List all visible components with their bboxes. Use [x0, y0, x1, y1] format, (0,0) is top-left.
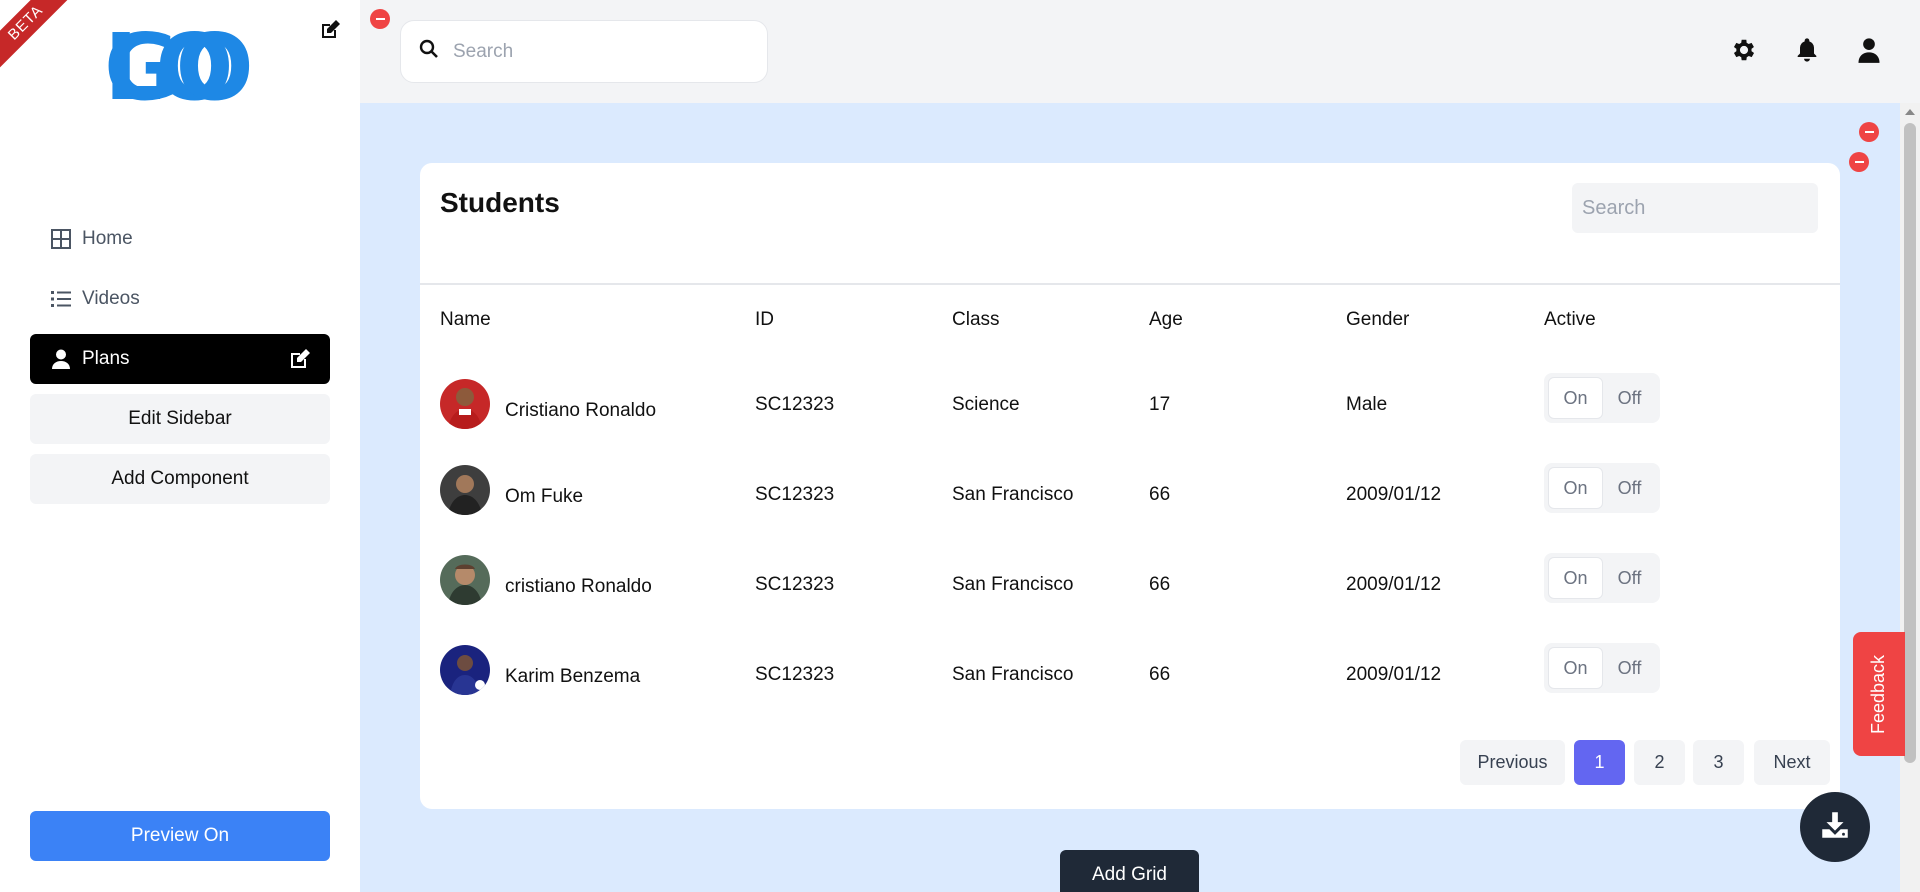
cell-name: cristiano Ronaldo	[505, 576, 652, 597]
sidebar-item-home[interactable]: Home	[30, 214, 330, 264]
pagination-previous[interactable]: Previous	[1460, 740, 1565, 785]
table-search-input[interactable]	[1572, 183, 1818, 233]
list-icon	[50, 288, 72, 310]
toggle-off[interactable]: Off	[1603, 467, 1656, 509]
remove-component-icon[interactable]	[1859, 122, 1879, 142]
avatar	[440, 379, 490, 429]
scrollbar-thumb[interactable]	[1904, 123, 1916, 763]
toggle-off[interactable]: Off	[1603, 377, 1656, 419]
column-header-id: ID	[755, 309, 774, 330]
cell-class: San Francisco	[952, 664, 1074, 685]
cell-id: SC12323	[755, 574, 835, 595]
feedback-label: Feedback	[1868, 654, 1889, 734]
toggle-off[interactable]: Off	[1603, 557, 1656, 599]
pagination-page-1[interactable]: 1	[1574, 740, 1625, 785]
toggle-on[interactable]: On	[1548, 467, 1603, 509]
avatar	[440, 555, 490, 605]
table-row: Om Fuke SC12323 San Francisco 66 2009/01…	[420, 461, 1840, 551]
cell-gender: 2009/01/12	[1346, 574, 1442, 595]
toggle-on[interactable]: On	[1548, 377, 1603, 419]
cell-class: San Francisco	[952, 574, 1074, 595]
sidebar-item-plans[interactable]: Plans	[30, 334, 330, 384]
divider	[420, 283, 1840, 285]
cell-class: Science	[952, 394, 1020, 415]
active-toggle[interactable]: On Off	[1544, 643, 1660, 693]
cell-age: 66	[1149, 484, 1171, 505]
user-icon	[50, 348, 72, 370]
cell-age: 66	[1149, 664, 1171, 685]
cell-id: SC12323	[755, 664, 835, 685]
user-profile-icon[interactable]	[1855, 36, 1885, 66]
remove-component-icon[interactable]	[370, 9, 390, 29]
edit-logo-icon[interactable]	[318, 18, 342, 42]
students-card: Students Name ID Class Age Gender Active…	[420, 163, 1840, 809]
avatar	[440, 645, 490, 695]
column-header-age: Age	[1149, 309, 1183, 330]
cell-gender: Male	[1346, 394, 1388, 415]
cell-id: SC12323	[755, 484, 835, 505]
toggle-on[interactable]: On	[1548, 557, 1603, 599]
sidebar-item-label: Videos	[82, 288, 140, 309]
beta-label: BETA	[0, 0, 78, 75]
active-toggle[interactable]: On Off	[1544, 373, 1660, 423]
card-title: Students	[440, 187, 560, 218]
gear-icon[interactable]	[1730, 36, 1760, 66]
cell-id: SC12323	[755, 394, 835, 415]
cell-gender: 2009/01/12	[1346, 664, 1442, 685]
active-toggle[interactable]: On Off	[1544, 463, 1660, 513]
feedback-tab[interactable]: Feedback	[1853, 632, 1905, 756]
preview-button[interactable]: Preview On	[30, 811, 330, 861]
column-header-active: Active	[1544, 309, 1596, 330]
table-row: Cristiano Ronaldo SC12323 Science 17 Mal…	[420, 371, 1840, 461]
sidebar-item-videos[interactable]: Videos	[30, 274, 330, 324]
toggle-off[interactable]: Off	[1603, 647, 1656, 689]
bell-icon[interactable]	[1793, 36, 1823, 66]
grid-icon	[50, 228, 72, 250]
sidebar-item-label: Home	[82, 228, 133, 249]
scrollbar[interactable]	[1900, 103, 1920, 892]
cell-gender: 2009/01/12	[1346, 484, 1442, 505]
topbar	[360, 0, 1920, 103]
column-header-gender: Gender	[1346, 309, 1410, 330]
cell-class: San Francisco	[952, 484, 1074, 505]
pagination-page-2[interactable]: 2	[1634, 740, 1685, 785]
cell-age: 17	[1149, 394, 1171, 415]
download-button[interactable]	[1800, 792, 1870, 862]
top-search[interactable]	[400, 20, 768, 83]
logo: LO GO	[104, 22, 254, 188]
edit-icon[interactable]	[288, 347, 312, 371]
edit-sidebar-button[interactable]: Edit Sidebar	[30, 394, 330, 444]
remove-component-icon[interactable]	[1849, 152, 1869, 172]
cell-age: 66	[1149, 574, 1171, 595]
beta-ribbon: BETA	[0, 0, 80, 80]
column-header-name: Name	[440, 309, 491, 330]
toggle-on[interactable]: On	[1548, 647, 1603, 689]
add-component-button[interactable]: Add Component	[30, 454, 330, 504]
table-row: Karim Benzema SC12323 San Francisco 66 2…	[420, 641, 1840, 731]
search-input[interactable]	[453, 40, 743, 63]
cell-name: Om Fuke	[505, 486, 584, 507]
search-icon	[419, 39, 439, 64]
cell-name: Cristiano Ronaldo	[505, 400, 657, 421]
download-icon	[1818, 808, 1852, 847]
cell-name: Karim Benzema	[505, 666, 641, 687]
table-row: cristiano Ronaldo SC12323 San Francisco …	[420, 551, 1840, 641]
pagination-next[interactable]: Next	[1754, 740, 1830, 785]
column-header-class: Class	[952, 309, 1000, 330]
sidebar: BETA LO GO Home Videos Plans Edit Sideba…	[0, 0, 360, 892]
pagination-page-3[interactable]: 3	[1693, 740, 1744, 785]
active-toggle[interactable]: On Off	[1544, 553, 1660, 603]
sidebar-item-label: Plans	[82, 348, 130, 369]
avatar	[440, 465, 490, 515]
add-grid-button[interactable]: Add Grid	[1060, 850, 1199, 892]
